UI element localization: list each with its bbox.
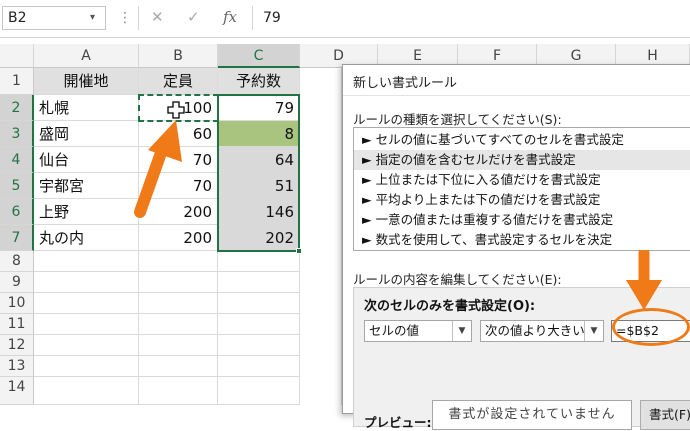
row-header-1[interactable]: 1: [0, 68, 34, 95]
row-header-14[interactable]: 14: [0, 377, 34, 405]
rule-type-list[interactable]: ► セルの値に基づいてすべてのセルを書式設定 ► 指定の値を含むセルだけを書式設…: [353, 127, 690, 251]
rule-edit-label: ルールの内容を編集してください(E):: [353, 272, 562, 287]
rule-type-item[interactable]: ► 平均より上または下の値だけを書式設定: [354, 190, 690, 210]
row-header-8[interactable]: 8: [0, 251, 34, 272]
selection-range: [217, 94, 300, 252]
row-header-13[interactable]: 13: [0, 356, 34, 377]
row-header-7[interactable]: 7: [0, 225, 34, 251]
preview-label: プレビュー:: [364, 415, 432, 430]
chevron-down-icon[interactable]: ▼: [452, 321, 471, 341]
rule-type-item-selected[interactable]: ► 指定の値を含むセルだけを書式設定: [354, 150, 690, 170]
check-icon[interactable]: ✓: [187, 8, 200, 26]
rule-type-item[interactable]: ► 一意の値または重複する値だけを書式設定: [354, 210, 690, 230]
insert-function-icon[interactable]: fx: [223, 8, 237, 26]
more-options-icon: ⋮: [118, 10, 132, 26]
annotation-arrow-icon: [134, 120, 182, 218]
fill-handle[interactable]: [296, 248, 302, 254]
cell-b1[interactable]: 定員: [139, 68, 218, 95]
dialog-title: 新しい書式ルール: [353, 76, 458, 91]
row-header-3[interactable]: 3: [0, 121, 34, 147]
row-header-4[interactable]: 4: [0, 147, 34, 173]
cell-b7[interactable]: 200: [139, 225, 218, 251]
cell-a7[interactable]: 丸の内: [34, 225, 139, 251]
row-header-5[interactable]: 5: [0, 173, 34, 199]
cancel-icon[interactable]: ✕: [151, 8, 164, 26]
row-header-11[interactable]: 11: [0, 314, 34, 335]
operator-select[interactable]: 次の値より大きい ▼: [480, 320, 604, 342]
formula-input[interactable]: 79: [252, 6, 690, 30]
cell-a4[interactable]: 仙台: [34, 147, 139, 173]
row-header-10[interactable]: 10: [0, 293, 34, 314]
new-format-rule-dialog: 新しい書式ルール ルールの種類を選択してください(S): ► セルの値に基づいて…: [342, 64, 690, 430]
chevron-down-icon[interactable]: ▼: [584, 321, 603, 341]
cell-c1[interactable]: 予約数: [218, 68, 300, 95]
annotation-arrow-down-icon: [626, 250, 662, 310]
cell-value-select-label: セルの値: [369, 323, 420, 338]
cell-value-select[interactable]: セルの値 ▼: [364, 320, 472, 342]
row-header-12[interactable]: 12: [0, 335, 34, 356]
cell-a1[interactable]: 開催地: [34, 68, 139, 95]
cross-cursor-icon: [167, 101, 185, 119]
cell-a6[interactable]: 上野: [34, 199, 139, 225]
select-all-corner[interactable]: [0, 44, 34, 68]
row-header-9[interactable]: 9: [0, 272, 34, 293]
row-header-6[interactable]: 6: [0, 199, 34, 225]
cell-a3[interactable]: 盛岡: [34, 121, 139, 147]
rule-type-item[interactable]: ► 数式を使用して、書式設定するセルを決定: [354, 230, 690, 250]
rule-type-item[interactable]: ► 上位または下位に入る値だけを書式設定: [354, 170, 690, 190]
cell-a5[interactable]: 宇都宮: [34, 173, 139, 199]
format-only-cells-label: 次のセルのみを書式設定(O):: [364, 299, 536, 314]
column-header-a[interactable]: A: [34, 44, 139, 68]
column-header-c[interactable]: C: [218, 44, 300, 68]
cell-a2[interactable]: 札幌: [34, 95, 139, 121]
rule-type-item[interactable]: ► セルの値に基づいてすべてのセルを書式設定: [354, 130, 690, 150]
row-header-2[interactable]: 2: [0, 95, 34, 121]
annotation-highlight: [612, 308, 690, 346]
formula-bar: B2 ▾ ⋮ ✕ ✓ fx 79: [0, 0, 690, 38]
operator-select-label: 次の値より大きい: [485, 323, 585, 338]
chevron-down-icon[interactable]: ▾: [90, 6, 95, 30]
formula-buttons: ✕ ✓ fx: [138, 6, 250, 30]
rule-type-label: ルールの種類を選択してください(S):: [353, 112, 562, 127]
column-header-b[interactable]: B: [139, 44, 218, 68]
